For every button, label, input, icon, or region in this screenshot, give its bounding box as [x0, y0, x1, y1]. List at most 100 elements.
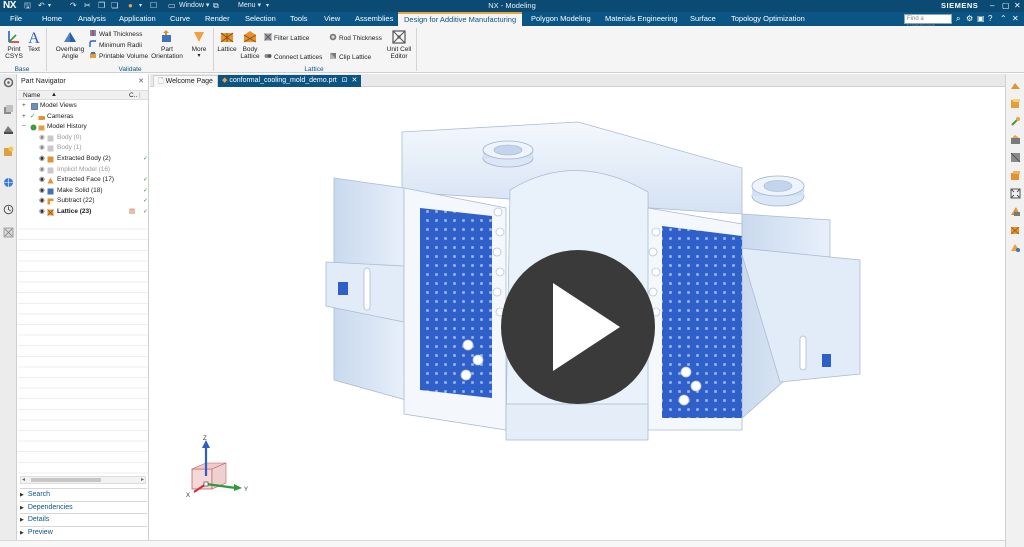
tab-welcome-page[interactable]: 🗋 Welcome Page — [153, 75, 218, 87]
tab-home[interactable]: Home — [42, 12, 62, 26]
connect-lattices-button[interactable]: Connect Lattices — [264, 52, 322, 61]
text-button[interactable]: A Text — [25, 29, 43, 53]
repeat-dropdown-icon[interactable]: ▾ — [139, 1, 142, 11]
switch-window-icon[interactable]: ⧉ — [213, 1, 219, 11]
tab-curve[interactable]: Curve — [170, 12, 190, 26]
graphics-window[interactable]: Z Y X — [150, 88, 1005, 540]
tree-row[interactable]: ◉ Implicit Model (16) — [18, 165, 148, 176]
tree-row[interactable]: ◉ Make Solid (18) ✓ — [18, 186, 148, 197]
navigator-horizontal-scrollbar[interactable]: ◂ ▸ — [20, 476, 146, 484]
tab-render[interactable]: Render — [205, 12, 230, 26]
close-tab-icon[interactable]: ✕ — [352, 77, 358, 84]
orient-view-icon[interactable] — [1010, 98, 1021, 109]
tree-row[interactable]: ◉ Extracted Body (2) ✓ — [18, 154, 148, 165]
tree-row[interactable]: ◉ Extracted Face (17) ✓ — [18, 175, 148, 186]
tab-surface[interactable]: Surface — [690, 12, 716, 26]
panel-details[interactable]: ▶ Details — [20, 513, 147, 525]
column-c[interactable]: C.. — [129, 92, 137, 99]
menu-menu[interactable]: Menu ▾ — [238, 0, 261, 12]
panel-search[interactable]: ▶ Search — [20, 488, 147, 500]
column-name[interactable]: Name — [23, 92, 40, 99]
scrollbar-thumb[interactable] — [31, 478, 101, 482]
system-materials-icon[interactable] — [3, 227, 14, 238]
maximize-icon[interactable]: ▢ — [1002, 0, 1010, 12]
tab-view[interactable]: View — [324, 12, 340, 26]
customize-dropdown-icon[interactable]: ▾ — [266, 1, 269, 11]
redo-icon[interactable]: ↷ — [70, 1, 77, 11]
settings-icon[interactable]: ⚙ — [966, 12, 973, 26]
display-mode-icon[interactable] — [1010, 224, 1021, 235]
unit-cell-editor-button[interactable]: Unit Cell Editor — [385, 29, 413, 60]
tab-materials-engineering[interactable]: Materials Engineering — [605, 12, 678, 26]
rotate-view-icon[interactable] — [1010, 134, 1021, 145]
tree-row[interactable]: ◉ Body (1) — [18, 143, 148, 154]
wall-thickness-button[interactable]: Wall Thickness — [89, 29, 142, 38]
tab-tools[interactable]: Tools — [290, 12, 308, 26]
tab-selection[interactable]: Selection — [245, 12, 276, 26]
filter-lattice-button[interactable]: Filter Lattice — [264, 33, 309, 42]
tab-assemblies[interactable]: Assemblies — [355, 12, 393, 26]
history-icon[interactable] — [3, 204, 14, 215]
print-csys-button[interactable]: Print CSYS — [4, 29, 24, 60]
panel-dependencies[interactable]: ▶ Dependencies — [20, 500, 147, 513]
play-button[interactable] — [501, 250, 655, 404]
sort-ascending-icon[interactable]: ▲ — [51, 92, 57, 98]
collapse-ribbon-icon[interactable]: ▣ — [977, 12, 985, 26]
tree-row[interactable]: + ✓ Cameras — [18, 112, 148, 123]
scroll-right-icon[interactable]: ▸ — [141, 476, 144, 483]
part-navigator-icon[interactable] — [3, 124, 14, 135]
view-triad[interactable] — [191, 440, 242, 493]
visibility-eye-icon[interactable]: ◉ — [39, 143, 45, 154]
printable-volume-button[interactable]: Printable Volume — [89, 51, 148, 60]
part-orientation-button[interactable]: Part Orientation — [150, 29, 184, 60]
save-icon[interactable]: 🖫 — [24, 1, 31, 11]
expand-icon[interactable]: + — [22, 112, 26, 123]
undo-icon[interactable]: ↶ — [38, 1, 45, 11]
rod-thickness-button[interactable]: Rod Thickness — [329, 33, 382, 42]
section-view-icon[interactable] — [1010, 188, 1021, 199]
paste-icon[interactable]: ❏ — [111, 1, 118, 11]
tree-row[interactable]: − Model History — [18, 122, 148, 133]
collapse-icon[interactable]: − — [22, 122, 26, 133]
tab-conformal-cooling-mold-demo[interactable]: ◆ conformal_cooling_mold_demo.prt ⊡ ✕ — [218, 75, 362, 87]
close-icon[interactable]: ✕ — [1014, 0, 1021, 12]
tree-row[interactable]: ◉ Subtract (22) ✓ — [18, 196, 148, 207]
lattice-region-left[interactable] — [420, 208, 492, 398]
minimize-icon[interactable]: – — [990, 0, 994, 12]
settings-icon[interactable] — [3, 77, 14, 88]
search-icon[interactable]: ⌕ — [956, 12, 960, 26]
clip-lattice-button[interactable]: Clip Lattice — [329, 52, 371, 61]
tree-row[interactable]: ◉ Body (0) — [18, 133, 148, 144]
help-icon[interactable]: ? — [988, 12, 992, 26]
visibility-eye-icon[interactable]: ◉ — [39, 186, 45, 197]
lattice-button[interactable]: Lattice — [216, 29, 238, 53]
panel-preview[interactable]: ▶ Preview — [20, 525, 147, 538]
reuse-library-icon[interactable] — [3, 146, 14, 157]
touch-mode-icon[interactable]: ☐ — [150, 1, 157, 11]
more-validate-button[interactable]: More ▾ — [188, 29, 210, 60]
visibility-eye-icon[interactable]: ◉ — [39, 207, 45, 218]
pin-icon[interactable]: ⊡ — [342, 77, 348, 84]
visibility-eye-icon[interactable]: ◉ — [39, 165, 45, 176]
tab-file[interactable]: File — [10, 12, 22, 26]
snap-view-icon[interactable] — [1010, 81, 1021, 92]
fit-view-icon[interactable] — [1010, 116, 1021, 127]
copy-icon[interactable]: ❐ — [98, 1, 105, 11]
tree-row[interactable]: ◉ Lattice (23) ▤ ✓ — [18, 207, 148, 218]
visibility-eye-icon[interactable]: ◉ — [39, 196, 45, 207]
expand-icon[interactable]: + — [22, 101, 26, 112]
restore-icon[interactable]: ⌃ — [1000, 12, 1007, 26]
tab-polygon-modeling[interactable]: Polygon Modeling — [531, 12, 591, 26]
visibility-eye-icon[interactable]: ◉ — [39, 133, 45, 144]
clip-section-icon[interactable] — [1010, 206, 1021, 217]
scroll-left-icon[interactable]: ◂ — [22, 476, 25, 483]
tab-design-for-additive-manufacturing[interactable]: Design for Additive Manufacturing — [398, 12, 523, 26]
body-lattice-button[interactable]: Body Lattice — [239, 29, 261, 60]
cut-icon[interactable]: ✂ — [84, 1, 91, 11]
tree-row[interactable]: + Model Views — [18, 101, 148, 112]
hide-show-icon[interactable] — [1010, 242, 1021, 253]
assembly-navigator-icon[interactable] — [3, 104, 14, 115]
overhang-angle-button[interactable]: Overhang Angle — [55, 29, 85, 60]
tab-application[interactable]: Application — [119, 12, 156, 26]
web-browser-icon[interactable] — [3, 177, 14, 188]
